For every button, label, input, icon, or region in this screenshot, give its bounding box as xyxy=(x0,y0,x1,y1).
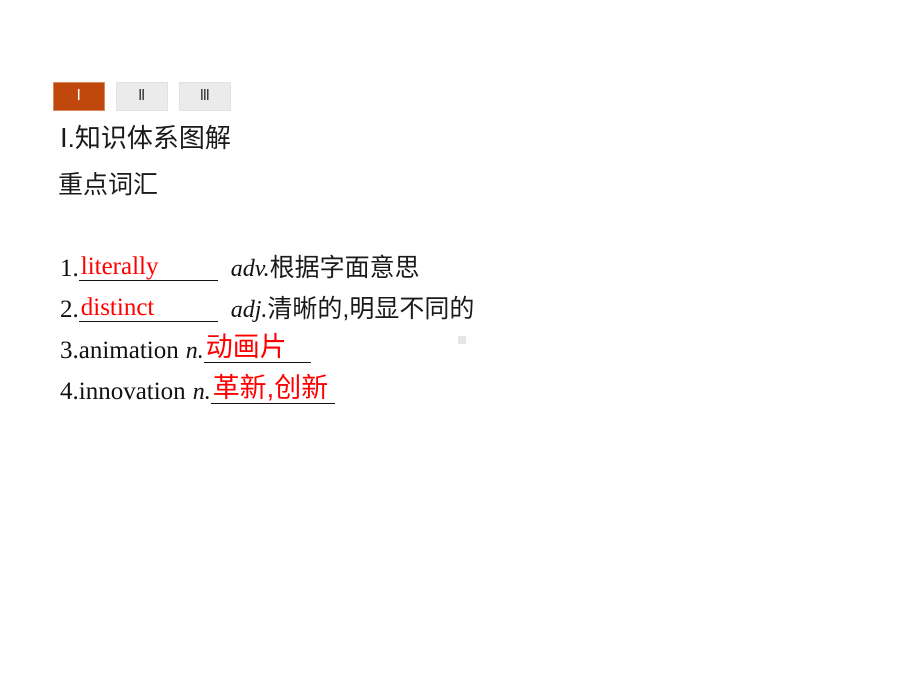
placeholder-marker xyxy=(458,336,466,344)
vocab-item-1-index: 1. xyxy=(60,255,79,282)
vocab-item-4: 4. innovation n. 革新,创新 xyxy=(60,363,880,404)
vocab-item-4-answer: 革新,创新 xyxy=(212,373,329,403)
vocab-item-1-gloss: 根据字面意思 xyxy=(269,254,420,282)
tab-section-3[interactable]: Ⅲ xyxy=(179,82,231,111)
vocab-item-1-answer: literally xyxy=(80,253,159,280)
vocab-item-3-index: 3. xyxy=(60,337,79,364)
vocab-item-4-pos: n. xyxy=(192,379,211,405)
vocab-item-3-pos: n. xyxy=(185,338,204,364)
vocab-item-4-index: 4. xyxy=(60,378,79,405)
vocab-item-1-pos: adv. xyxy=(230,256,270,282)
vocab-item-1: 1. literally adv. 根据字面意思 xyxy=(60,240,880,281)
sub-heading: 重点词汇 xyxy=(58,171,159,199)
vocab-item-3: 3. animation n. 动画片 xyxy=(60,322,880,363)
section-heading: Ⅰ.知识体系图解 xyxy=(60,124,231,154)
vocab-item-2-answer: distinct xyxy=(80,294,155,321)
section-heading-title: .知识体系图解 xyxy=(67,123,231,153)
vocab-item-2-gloss: 清晰的,明显不同的 xyxy=(267,295,475,323)
tab-section-1-label: Ⅰ xyxy=(76,88,82,104)
vocab-item-4-blank[interactable]: 革新,创新 xyxy=(210,373,335,404)
vocab-item-3-answer: 动画片 xyxy=(205,332,287,362)
tab-section-1[interactable]: Ⅰ xyxy=(53,82,105,111)
vocab-item-2-meaning: adj. 清晰的,明显不同的 xyxy=(230,295,475,323)
tab-strip: Ⅰ Ⅱ Ⅲ xyxy=(53,82,231,111)
tab-section-2-label: Ⅱ xyxy=(138,88,146,104)
vocab-item-2-index: 2. xyxy=(60,296,79,323)
vocab-item-3-blank[interactable]: 动画片 xyxy=(203,332,311,363)
tab-section-3-label: Ⅲ xyxy=(199,88,211,104)
vocab-item-1-meaning: adv. 根据字面意思 xyxy=(230,254,420,282)
vocab-item-3-headword: animation xyxy=(78,337,179,364)
vocab-item-2-blank[interactable]: distinct xyxy=(78,294,218,322)
section-heading-numeral: Ⅰ xyxy=(60,124,68,153)
vocab-item-1-blank[interactable]: literally xyxy=(78,253,218,281)
vocab-item-2: 2. distinct adj. 清晰的,明显不同的 xyxy=(60,281,880,322)
tab-section-2[interactable]: Ⅱ xyxy=(116,82,168,111)
vocab-item-2-pos: adj. xyxy=(230,297,268,323)
vocabulary-list: 1. literally adv. 根据字面意思 2. distinct adj… xyxy=(60,240,880,404)
vocab-item-4-headword: innovation xyxy=(78,378,186,405)
